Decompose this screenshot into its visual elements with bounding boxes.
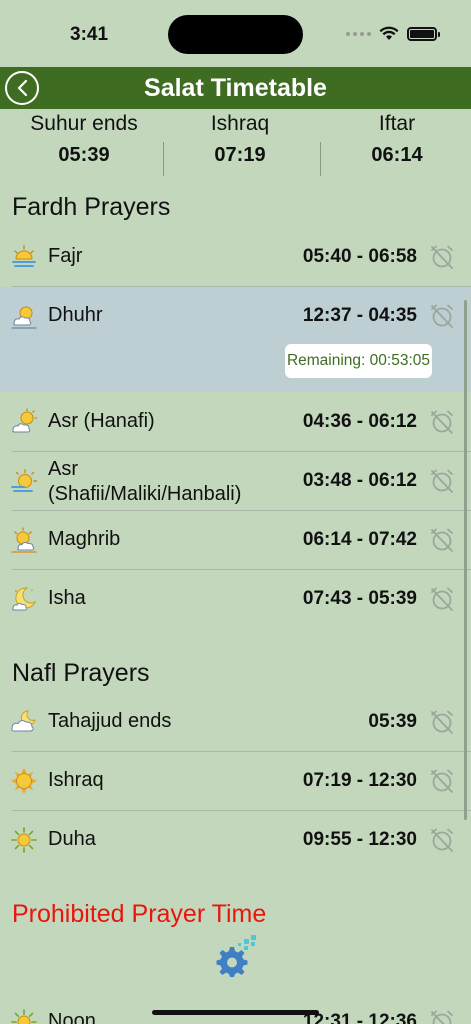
summary-label: Iftar bbox=[378, 112, 416, 135]
nav-bar: Salat Timetable bbox=[0, 67, 471, 109]
prayer-row-isha[interactable]: Isha 07:43 - 05:39 bbox=[0, 570, 471, 629]
divider bbox=[163, 142, 164, 176]
status-time: 3:41 bbox=[70, 24, 109, 45]
prayer-row-fajr[interactable]: Fajr 05:40 - 06:58 bbox=[0, 228, 471, 287]
prayer-row-duha[interactable]: Duha 09:55 - 12:30 bbox=[0, 811, 471, 870]
prayer-time: 12:31 - 12:36 bbox=[302, 1011, 417, 1024]
sun-low-icon bbox=[11, 469, 38, 492]
alarm-off-icon[interactable] bbox=[429, 586, 455, 612]
alarm-off-icon[interactable] bbox=[429, 244, 455, 270]
sunset-icon bbox=[11, 527, 37, 553]
home-indicator[interactable] bbox=[152, 1010, 319, 1015]
prayer-row-dhuhr[interactable]: Dhuhr 12:37 - 04:35 Remaining: 00:53:05 bbox=[0, 287, 471, 392]
battery-icon bbox=[407, 26, 440, 41]
prayer-time: 12:37 - 04:35 bbox=[302, 305, 417, 326]
sun-cloud-icon bbox=[12, 408, 38, 433]
prayer-name: Asr (Hanafi) bbox=[48, 410, 155, 432]
summary-value: 05:39 bbox=[58, 144, 110, 166]
page-title: Salat Timetable bbox=[144, 74, 327, 102]
sun-cloud-icon bbox=[11, 306, 37, 329]
prayer-time: 07:43 - 05:39 bbox=[302, 588, 417, 609]
prayer-time: 03:48 - 06:12 bbox=[302, 470, 417, 491]
sunrise-icon bbox=[12, 245, 36, 267]
prayer-row-ishraq[interactable]: Ishraq 07:19 - 12:30 bbox=[0, 752, 471, 811]
prayer-name: Dhuhr bbox=[48, 304, 103, 326]
signal-icon bbox=[346, 31, 371, 36]
status-icons bbox=[346, 26, 440, 41]
alarm-off-icon[interactable] bbox=[429, 527, 455, 553]
summary-label: Ishraq bbox=[210, 112, 270, 135]
section-title-fardh: Fardh Prayers bbox=[12, 193, 171, 221]
summary-label: Suhur ends bbox=[30, 112, 138, 135]
prayer-name: Ishraq bbox=[48, 769, 104, 791]
divider bbox=[320, 142, 321, 176]
prayer-row-maghrib[interactable]: Maghrib 06:14 - 07:42 bbox=[0, 511, 471, 570]
section-title-prohibited: Prohibited Prayer Time bbox=[12, 900, 267, 928]
sun-small-icon bbox=[11, 1009, 37, 1024]
summary-value: 06:14 bbox=[371, 144, 423, 166]
prayer-name-line2: (Shafii/Maliki/Hanbali) bbox=[48, 483, 242, 505]
alarm-off-icon[interactable] bbox=[429, 409, 455, 435]
prayer-row-noon[interactable]: Noon 12:31 - 12:36 bbox=[0, 993, 471, 1024]
prayer-row-asr-hanafi[interactable]: Asr (Hanafi) 04:36 - 06:12 bbox=[0, 393, 471, 452]
prayer-name: Fajr bbox=[48, 245, 83, 267]
remaining-time-badge: Remaining: 00:53:05 bbox=[284, 344, 432, 378]
prayer-time: 09:55 - 12:30 bbox=[302, 829, 417, 850]
prayer-name-line1: Asr bbox=[48, 458, 78, 480]
alarm-off-icon[interactable] bbox=[429, 709, 455, 735]
alarm-off-icon[interactable] bbox=[429, 768, 455, 794]
wifi-icon bbox=[379, 26, 399, 40]
prayer-name: Duha bbox=[48, 828, 96, 850]
moon-cloud-icon bbox=[11, 710, 36, 732]
sun-icon bbox=[11, 768, 37, 794]
alarm-off-icon[interactable] bbox=[429, 1009, 455, 1024]
alarm-off-icon[interactable] bbox=[429, 303, 455, 329]
prayer-time: 05:39 bbox=[368, 711, 417, 732]
summary-bar: Suhur ends 05:39 Ishraq 07:19 Iftar 06:1… bbox=[0, 112, 471, 178]
scrollbar[interactable] bbox=[464, 300, 467, 820]
prayer-name: Tahajjud ends bbox=[48, 710, 172, 732]
prayer-time: 04:36 - 06:12 bbox=[302, 411, 417, 432]
prayer-time: 07:19 - 12:30 bbox=[302, 770, 417, 791]
section-title-nafl: Nafl Prayers bbox=[12, 659, 150, 687]
prayer-row-tahajjud[interactable]: Tahajjud ends 05:39 bbox=[0, 693, 471, 752]
summary-value: 07:19 bbox=[214, 144, 266, 166]
dynamic-island bbox=[168, 15, 303, 54]
summary-iftar: Iftar 06:14 bbox=[337, 112, 457, 167]
prayer-name: Maghrib bbox=[48, 528, 121, 550]
status-bar: 3:41 bbox=[0, 0, 471, 68]
prayer-time: 06:14 - 07:42 bbox=[302, 529, 417, 550]
prayer-name: Asr (Shafii/Maliki/Hanbali) bbox=[48, 457, 241, 507]
prayer-name: Noon bbox=[48, 1010, 96, 1024]
prayer-name: Isha bbox=[48, 587, 86, 609]
sun-small-icon bbox=[11, 827, 37, 853]
moon-icon bbox=[12, 587, 37, 611]
prayer-row-asr-shafii[interactable]: Asr (Shafii/Maliki/Hanbali) 03:48 - 06:1… bbox=[0, 452, 471, 511]
alarm-off-icon[interactable] bbox=[429, 827, 455, 853]
summary-ishraq: Ishraq 07:19 bbox=[180, 112, 300, 167]
alarm-off-icon[interactable] bbox=[429, 468, 455, 494]
prayer-time: 05:40 - 06:58 bbox=[302, 246, 417, 267]
loading-gear-icon bbox=[216, 935, 256, 977]
summary-suhur: Suhur ends 05:39 bbox=[24, 112, 144, 167]
